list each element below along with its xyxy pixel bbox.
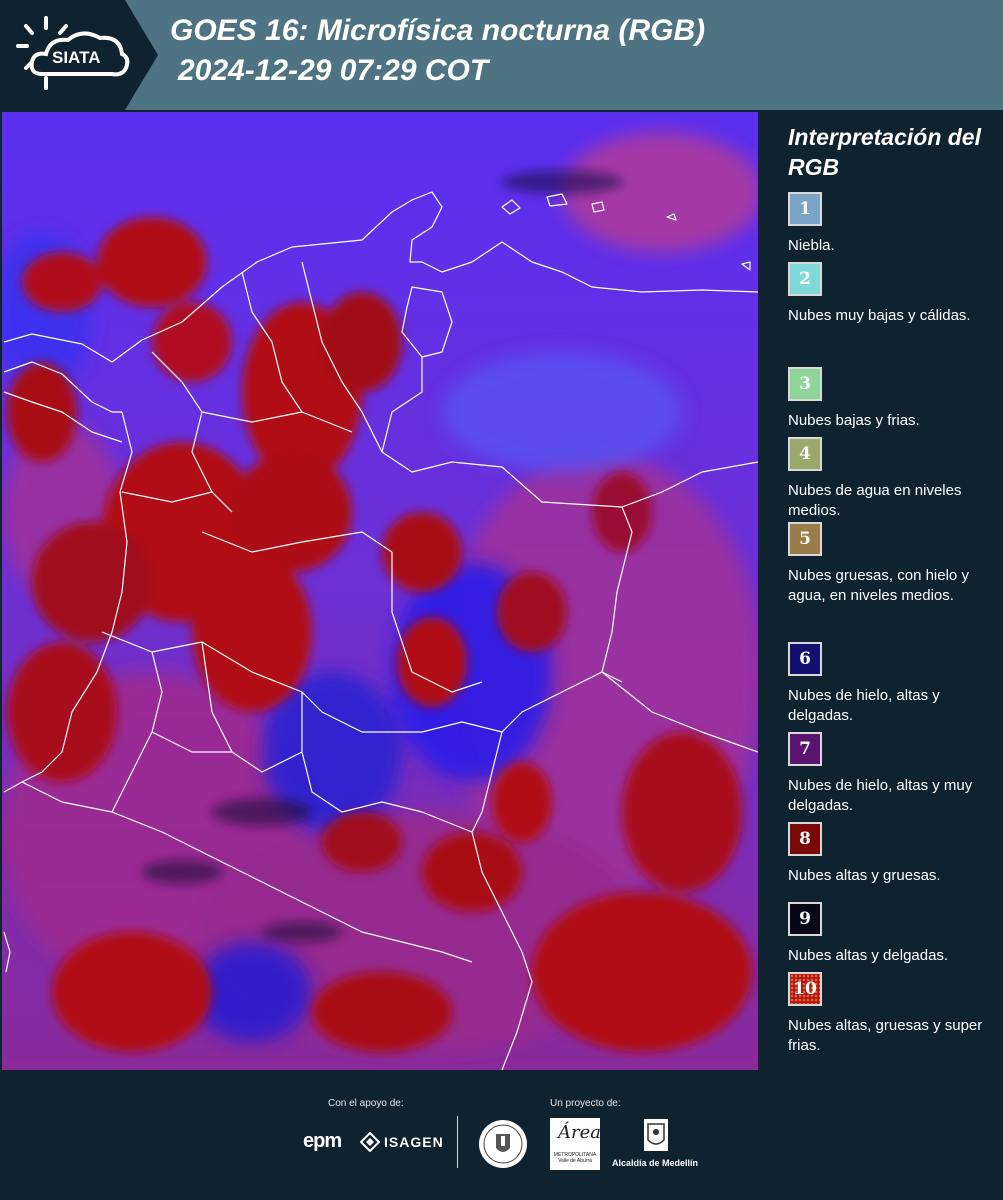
legend-item: 5 Nubes gruesas, con hielo y agua, en niv… [788,522,998,606]
legend-item: 4 Nubes de agua en niveles medios. [788,437,998,521]
siata-logo: SIATA [12,10,142,100]
header: SIATA GOES 16: Microfísica nocturna (RGB… [0,0,1003,110]
legend-item: 7 Nubes de hielo, altas y muy delgadas. [788,732,998,816]
legend-swatch: 4 [788,437,822,471]
legend-swatch: 8 [788,822,822,856]
page-title: GOES 16: Microfísica nocturna (RGB) [170,14,706,47]
legend-title: Interpretación del RGB [788,124,981,180]
isagen-icon [360,1132,380,1152]
legend-swatch: 9 [788,902,822,936]
legend-item: 9 Nubes altas y delgadas. [788,902,998,966]
project-label: Un proyecto de: [550,1098,621,1109]
footer-divider [457,1116,458,1168]
legend-label: Nubes altas y gruesas. [788,867,941,884]
legend-swatch: 2 [788,262,822,296]
legend-label: Nubes gruesas, con hielo y agua, en nive… [788,567,969,604]
legend-label: Nubes bajas y frias. [788,412,920,429]
legend-swatch: 6 [788,642,822,676]
area-logo-text: Área [558,1122,601,1143]
legend-label: Nubes altas, gruesas y super frias. [788,1017,983,1054]
legend-item: 8 Nubes altas y gruesas. [788,822,998,886]
legend-label: Niebla. [788,237,835,254]
legend-item: 10 Nubes altas, gruesas y super frias. [788,972,998,1056]
legend-item: 1 Niebla. [788,192,998,256]
legend-label: Nubes de agua en niveles medios. [788,482,962,519]
legend-swatch: 3 [788,367,822,401]
siata-logo-text: SIATA [52,48,101,67]
area-metropolitana-logo: Área METROPOLITANA Valle de Aburrá [550,1118,601,1170]
legend-label: Nubes muy bajas y cálidas. [788,307,971,324]
legend-swatch: 7 [788,732,822,766]
legend-label: Nubes altas y delgadas. [788,947,949,964]
epm-logo: epm [303,1130,342,1152]
legend-swatch: 1 [788,192,822,226]
alcaldia-medellin-logo: Alcaldía de Medellín [608,1118,704,1170]
medellin-logo-text: Alcaldía de Medellín [612,1158,699,1168]
isagen-logo: ISAGEN [360,1132,444,1152]
legend-label: Nubes de hielo, altas y delgadas. [788,687,940,724]
legend-item: 6 Nubes de hielo, altas y delgadas. [788,642,998,726]
legend-item: 3 Nubes bajas y frias. [788,367,998,431]
legend-swatch: 5 [788,522,822,556]
university-seal-icon [479,1120,527,1168]
satellite-rgb-map[interactable] [2,112,758,1070]
legend-swatch: 10 [788,972,822,1006]
area-logo-subtext: METROPOLITANA Valle de Aburrá [553,1152,597,1164]
medellin-shield-icon [644,1119,668,1151]
map-canvas [2,112,758,1070]
support-label: Con el apoyo de: [328,1098,404,1109]
legend-panel: Interpretación del RGB 1 Niebla. 2 Nubes mu… [776,112,1003,1070]
isagen-text: ISAGEN [384,1134,444,1150]
page-subtitle-datetime: 2024-12-29 07:29 COT [178,54,489,87]
legend-item: 2 Nubes muy bajas y cálidas. [788,262,998,326]
legend-label: Nubes de hielo, altas y muy delgadas. [788,777,973,814]
footer: Con el apoyo de: Un proyecto de: epm ISA… [0,1070,1003,1200]
